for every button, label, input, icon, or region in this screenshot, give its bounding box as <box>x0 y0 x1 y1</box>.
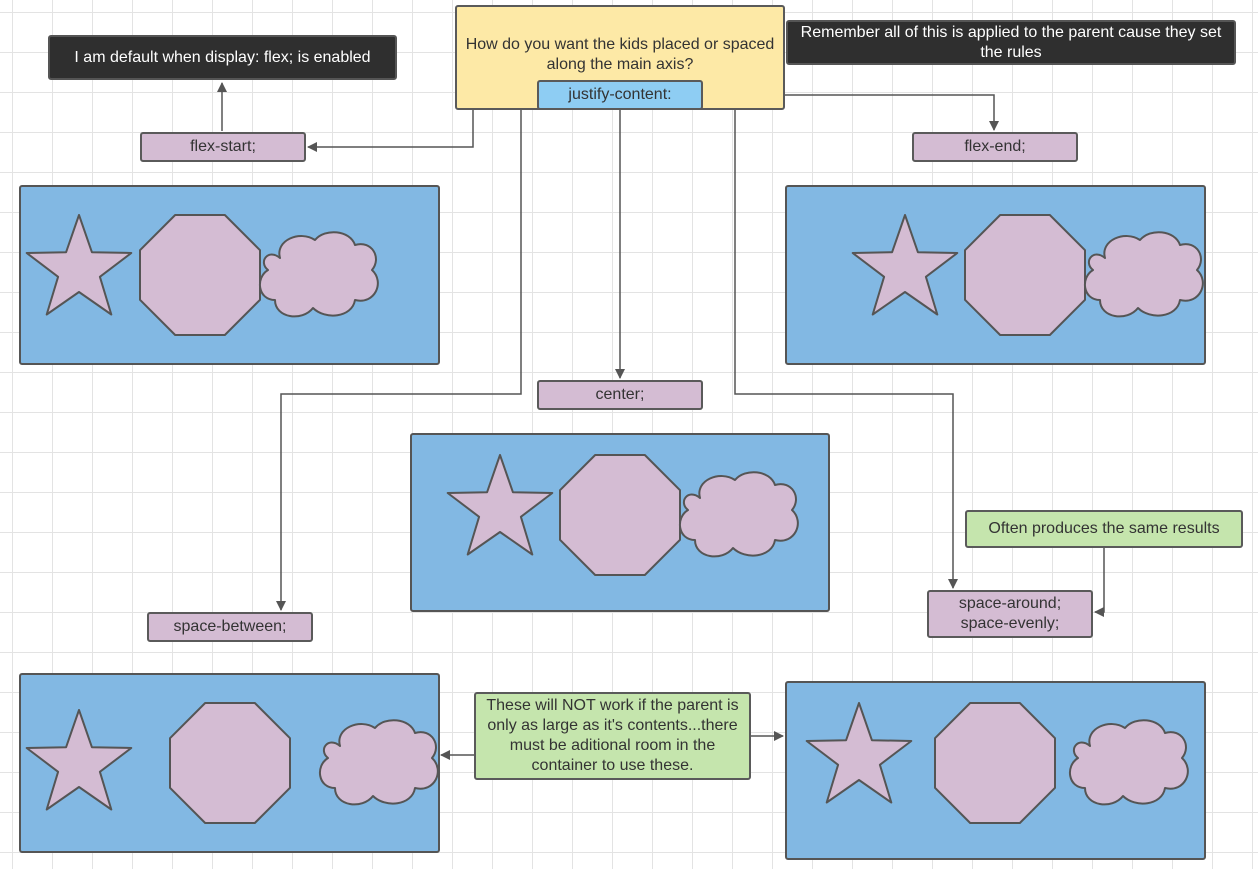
center-octagon-shape <box>559 454 681 576</box>
center-star-shape <box>446 454 554 556</box>
space-between-octagon-shape <box>169 702 291 824</box>
flex-end-star-shape <box>851 214 959 316</box>
space-between-cloud-shape <box>319 719 439 806</box>
flex-end-cloud-shape <box>1084 231 1204 318</box>
center-cloud-shape <box>679 471 799 558</box>
flex-start-cloud-shape <box>259 231 379 318</box>
flex-end-octagon-shape <box>964 214 1086 336</box>
space-around-evenly-star-shape <box>805 702 913 804</box>
space-between-star-shape <box>25 709 133 811</box>
flex-start-octagon-shape <box>139 214 261 336</box>
space-around-evenly-cloud-shape <box>1069 719 1189 806</box>
space-around-evenly-octagon-shape <box>934 702 1056 824</box>
flex-start-star-shape <box>25 214 133 316</box>
shapes-layer <box>25 214 1204 824</box>
